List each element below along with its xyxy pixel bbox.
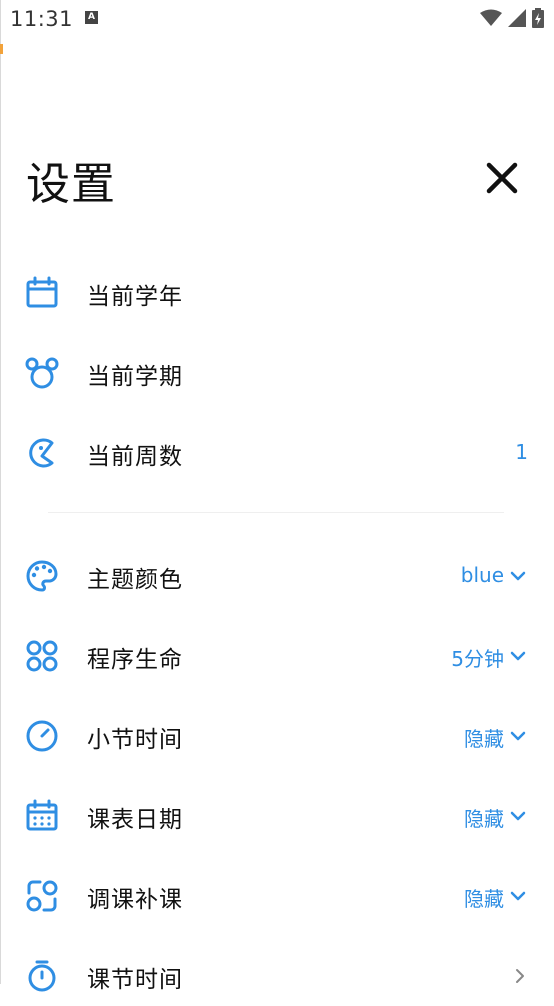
divider — [48, 512, 504, 513]
setting-value: 隐藏 — [464, 887, 504, 911]
apps-icon — [26, 640, 58, 672]
clock-icon — [26, 720, 58, 752]
swap-icon — [26, 880, 58, 912]
timer-icon — [28, 960, 56, 992]
setting-label: 调课补课 — [87, 887, 183, 913]
setting-value: 1 — [515, 440, 528, 464]
wifi-icon — [480, 9, 502, 26]
setting-row-current-week[interactable]: 当前周数 1 — [0, 423, 554, 483]
edge-marker — [0, 44, 3, 54]
close-icon — [486, 162, 518, 194]
chevron-down-icon — [510, 811, 526, 821]
setting-value: blue — [460, 563, 504, 587]
cellular-icon — [508, 9, 526, 27]
chevron-down-icon — [510, 571, 526, 581]
setting-label: 当前周数 — [87, 444, 183, 470]
setting-row-academic-year[interactable]: 当前学年 — [0, 263, 554, 323]
page-title: 设置 — [26, 159, 116, 210]
chevron-down-icon — [510, 651, 526, 661]
setting-value: 隐藏 — [464, 727, 504, 751]
setting-row-semester[interactable]: 当前学期 — [0, 343, 554, 403]
setting-label: 主题颜色 — [87, 567, 183, 593]
setting-row-makeup-class[interactable]: 调课补课 隐藏 — [0, 866, 554, 926]
setting-label: 小节时间 — [87, 727, 183, 753]
notification-icon: A — [85, 11, 98, 24]
chevron-down-icon — [510, 891, 526, 901]
status-bar: 11:31 A — [0, 0, 554, 38]
chevron-right-icon — [516, 969, 524, 983]
setting-label: 当前学期 — [87, 364, 183, 390]
setting-label: 课节时间 — [87, 967, 183, 993]
close-button[interactable] — [480, 156, 524, 200]
setting-row-theme-color[interactable]: 主题颜色 blue — [0, 546, 554, 606]
setting-row-section-time[interactable]: 小节时间 隐藏 — [0, 706, 554, 766]
palette-icon — [26, 560, 58, 592]
setting-label: 课表日期 — [87, 807, 183, 833]
setting-value: 隐藏 — [464, 807, 504, 831]
status-icons — [480, 8, 544, 28]
calendar-icon — [26, 276, 58, 308]
semester-icon — [25, 357, 59, 389]
setting-label: 当前学年 — [87, 284, 183, 310]
setting-row-schedule-date[interactable]: 课表日期 隐藏 — [0, 786, 554, 846]
setting-label: 程序生命 — [87, 647, 183, 673]
pie-icon — [29, 438, 54, 468]
setting-row-class-period-time[interactable]: 课节时间 — [0, 946, 554, 1006]
chevron-down-icon — [510, 731, 526, 741]
calendar-dates-icon — [26, 799, 58, 831]
setting-value: 5分钟 — [451, 647, 504, 671]
battery-icon — [532, 8, 544, 28]
setting-row-app-life[interactable]: 程序生命 5分钟 — [0, 626, 554, 686]
status-time: 11:31 — [10, 7, 74, 31]
